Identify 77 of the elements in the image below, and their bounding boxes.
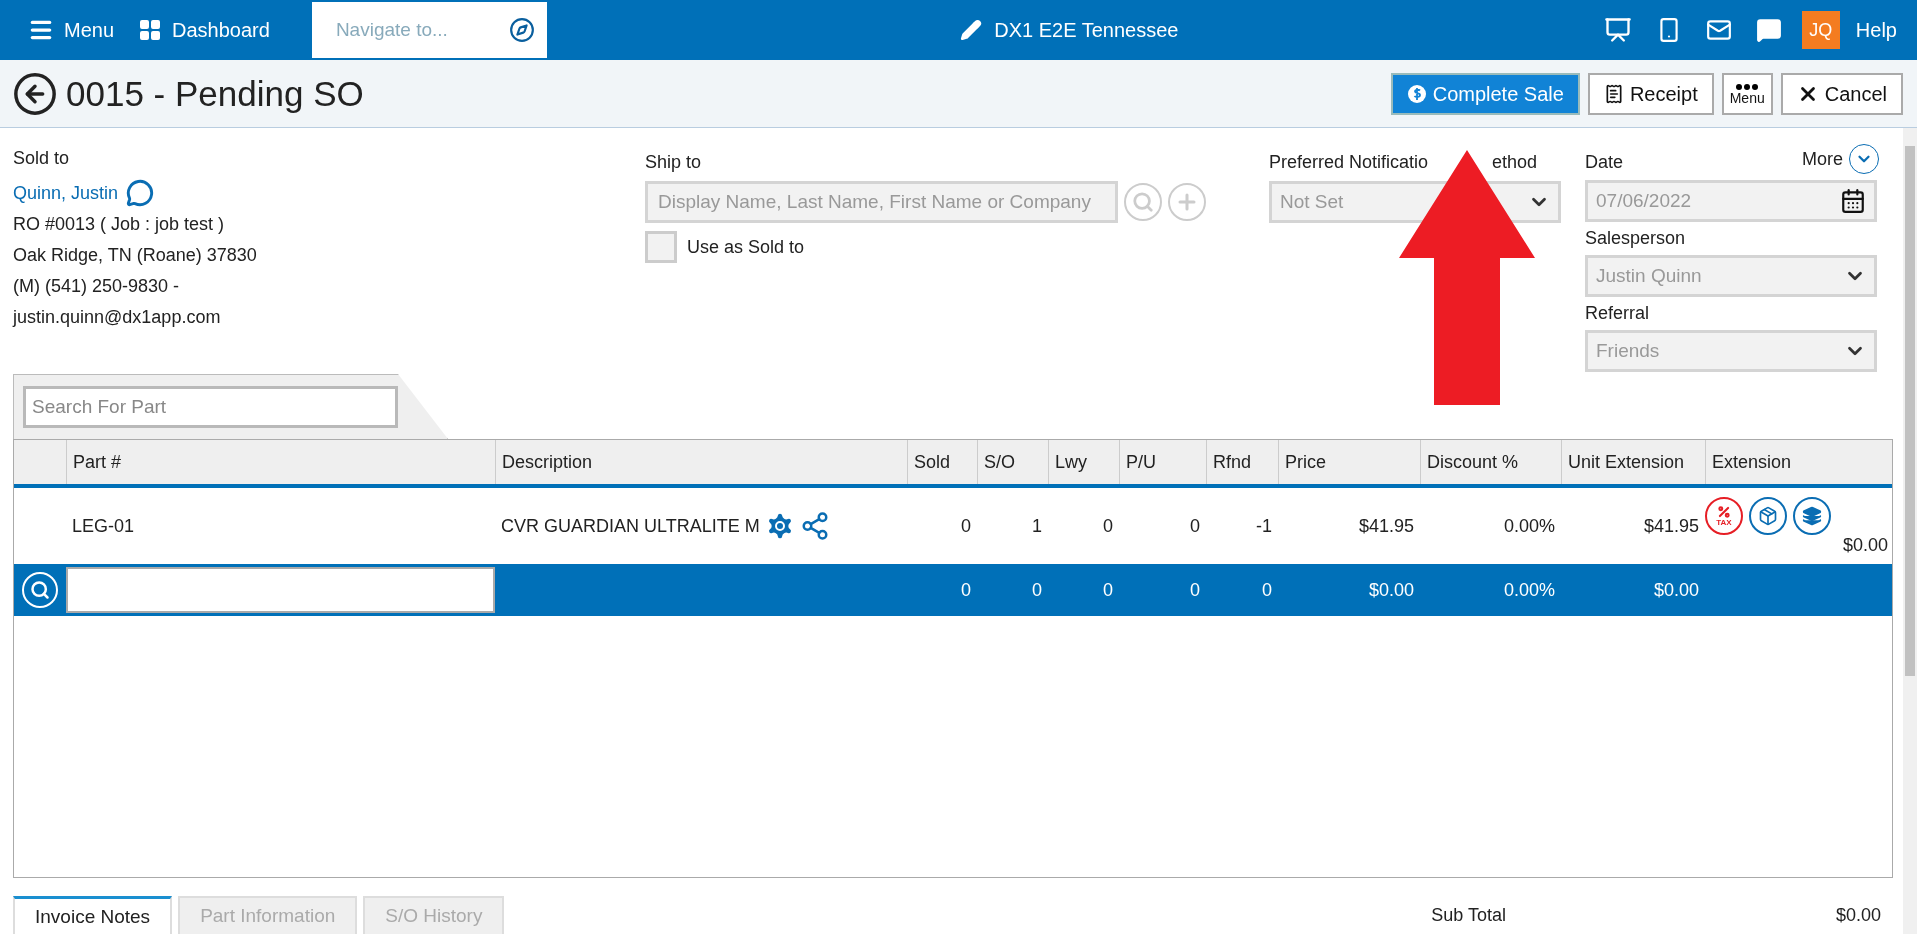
table-cell-text: LEG-01 [71, 515, 136, 537]
pencil-icon[interactable] [960, 19, 983, 41]
table-cell: CVR GUARDIAN ULTRALITE M [501, 515, 760, 537]
more-icon [1735, 82, 1760, 91]
column-header[interactable]: Description [495, 440, 907, 484]
compass-icon [508, 17, 535, 43]
complete-sale-button[interactable]: Complete Sale [1390, 72, 1580, 115]
salesperson-label: Salesperson [1585, 228, 1687, 249]
back-icon[interactable] [12, 70, 58, 117]
column-header[interactable]: Extension [1705, 440, 1892, 484]
dashboard-button[interactable]: Dashboard [126, 18, 282, 42]
sub-total-value: $0.00 [1835, 905, 1881, 926]
part-search-field[interactable]: Search For Part [23, 386, 398, 428]
search-icon [30, 580, 50, 600]
receipt-icon [1603, 83, 1624, 104]
date-label: Date [1585, 152, 1624, 174]
table-cell-text: $41.95 [1642, 515, 1700, 537]
tax-badge[interactable]: TAX [1705, 496, 1743, 535]
total-cell-text: 0 [1102, 579, 1114, 601]
address-line: justin.quinn@dx1app.com [13, 306, 222, 329]
menu-button[interactable]: Menu [16, 17, 127, 43]
ship-to-field[interactable]: Display Name, Last Name, First Name or Company [645, 181, 1118, 223]
notification-label: Preferred Notificatio [1269, 152, 1429, 173]
sub-total-label: Sub Total [1431, 905, 1506, 926]
column-header[interactable]: Part # [66, 440, 495, 484]
column-header[interactable]: Rfnd [1206, 440, 1278, 484]
grid-icon [138, 18, 163, 42]
total-cell-text: 0 [1261, 579, 1273, 601]
total-cell-text: $0.00 [1652, 579, 1700, 601]
column-header[interactable]: S/O [977, 440, 1048, 484]
part-entry-field[interactable] [66, 567, 495, 613]
table-cell-text: -1 [1255, 515, 1273, 537]
bottom-tab[interactable]: Invoice Notes [13, 896, 173, 934]
total-cell-text: $0.00 [1367, 579, 1415, 601]
total-cell-text: 0 [1189, 579, 1201, 601]
table-cell-text: 1 [1031, 515, 1043, 537]
navigate-field[interactable]: Navigate to... [311, 2, 547, 58]
chat-bubble-icon[interactable] [126, 179, 155, 207]
table-cell-text: 0 [1189, 515, 1201, 537]
column-header[interactable]: Unit Extension [1561, 440, 1705, 484]
customer-name-link[interactable]: Quinn, Justin [13, 182, 119, 204]
column-header[interactable]: Sold [907, 440, 977, 484]
address-line: (M) (541) 250-9830 - [13, 275, 181, 298]
total-cell-text: 0 [1031, 579, 1043, 601]
column-header[interactable]: P/U [1119, 440, 1206, 484]
table-cell-text: $41.95 [1357, 515, 1415, 537]
table-cell-text: 0 [1102, 515, 1114, 537]
checkbox-label: Use as Sold to [687, 236, 805, 258]
total-cell-text: 0 [960, 579, 972, 601]
total-cell-text: 0.00% [1502, 579, 1556, 601]
address-line: Oak Ridge, TN (Roane) 37830 [13, 244, 258, 267]
column-header[interactable]: Discount % [1420, 440, 1561, 484]
referral-label: Referral [1585, 303, 1651, 324]
sold-to-label: Sold to [13, 148, 71, 169]
calendar-icon[interactable] [1840, 188, 1866, 214]
cancel-button[interactable]: Cancel [1780, 72, 1903, 115]
receipt-button[interactable]: Receipt [1587, 72, 1714, 115]
layers-icon[interactable] [1793, 496, 1831, 535]
help-link[interactable]: Help [1847, 18, 1917, 42]
ship-to-label: Ship to [645, 152, 703, 173]
page-title: 0015 - Pending SO [66, 73, 365, 114]
use-as-sold-to-checkbox[interactable] [645, 231, 677, 263]
table-cell: $0.00 [1842, 534, 1888, 556]
notification-label: ethod [1492, 152, 1538, 173]
table-cell-text: 0.00% [1502, 515, 1556, 537]
menu-button[interactable]: Menu [1721, 72, 1773, 115]
table-cell-text: 0 [960, 515, 972, 537]
expand-button[interactable] [1849, 144, 1879, 174]
box-icon[interactable] [1749, 496, 1787, 535]
column-header[interactable]: Lwy [1048, 440, 1119, 484]
dollar-coin-icon [1406, 83, 1427, 104]
search-button[interactable] [22, 572, 58, 608]
column-header[interactable]: Price [1278, 440, 1420, 484]
scrollbar-thumb[interactable] [1905, 146, 1915, 676]
location-title: DX1 E2E Tennessee [994, 18, 1179, 42]
more-label: More [1802, 148, 1843, 170]
address-line: RO #0013 ( Job : job test ) [13, 213, 226, 236]
